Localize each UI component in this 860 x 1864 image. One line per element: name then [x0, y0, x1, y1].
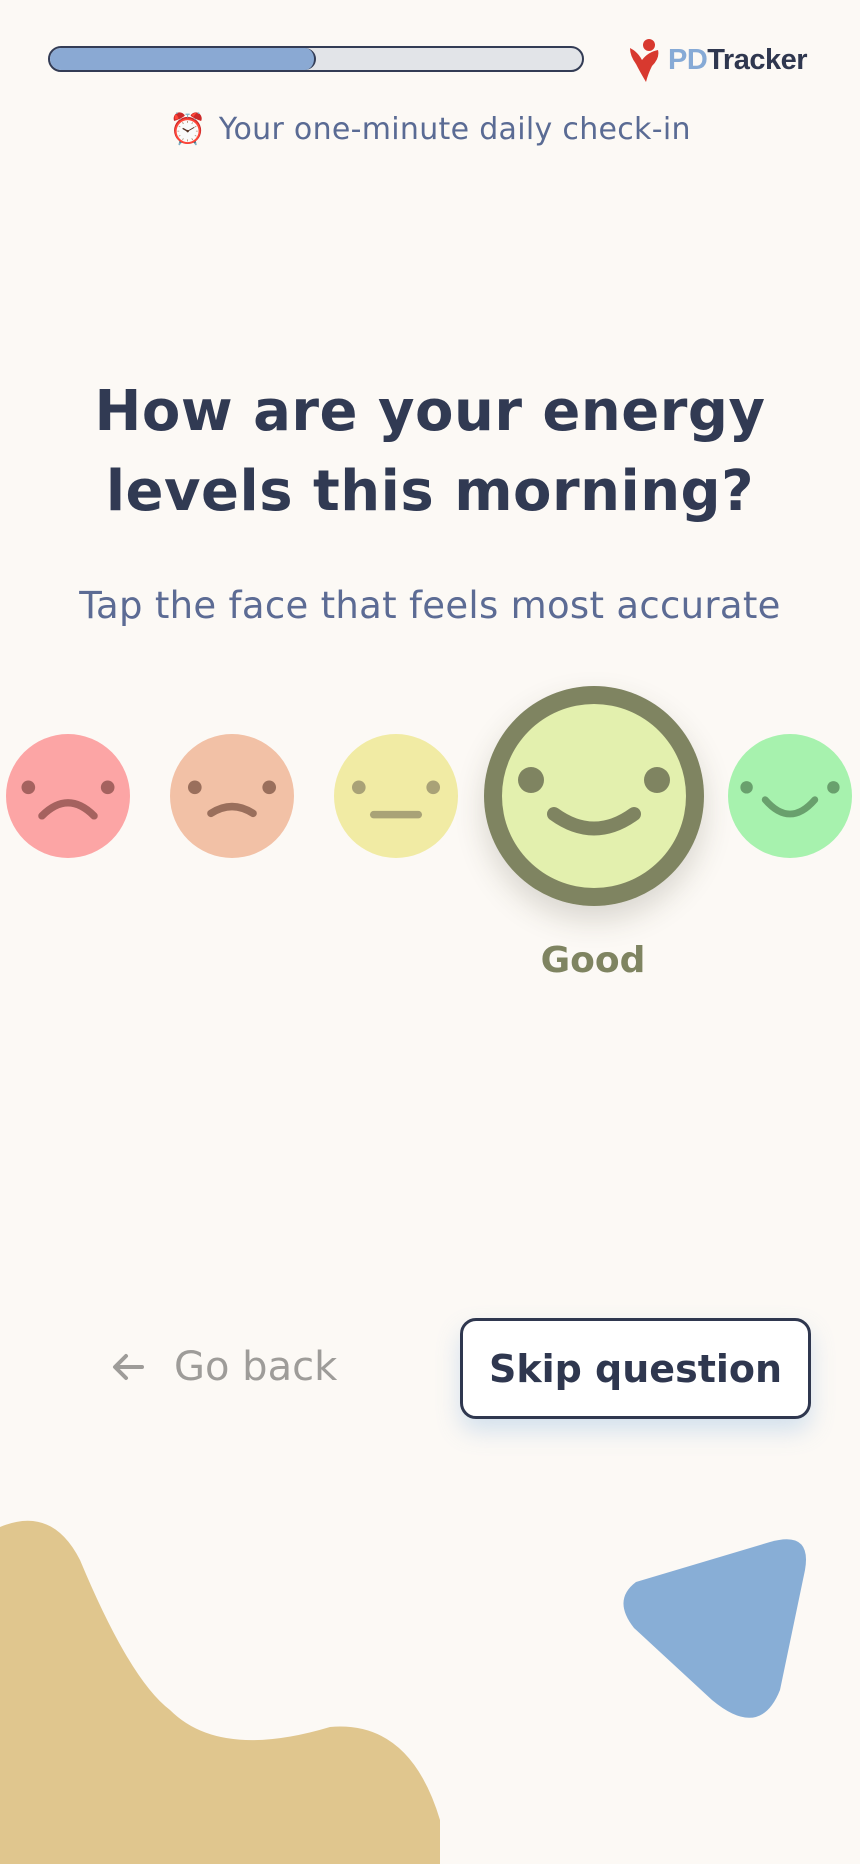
- happy-face-icon: [728, 734, 852, 858]
- smiling-face-icon: [484, 686, 704, 906]
- question-hint: Tap the face that feels most accurate: [79, 584, 781, 627]
- logo-pd-text: PD: [668, 43, 708, 76]
- checkin-subtitle-text: Your one-minute daily check-in: [218, 112, 691, 147]
- pdtracker-logo: PDTracker: [628, 38, 807, 82]
- person-logo-icon: [630, 39, 659, 82]
- very-sad-face-icon: [6, 734, 130, 858]
- skip-question-button[interactable]: Skip question: [460, 1318, 811, 1419]
- arrow-left-icon: [113, 1354, 144, 1380]
- sad-face-icon: [170, 734, 294, 858]
- selected-mood-label: Good: [540, 940, 646, 981]
- alarm-clock-icon: ⏰: [169, 112, 207, 147]
- go-back-label: Go back: [174, 1344, 338, 1390]
- mood-face-low[interactable]: [170, 734, 294, 858]
- mood-face-good[interactable]: [484, 686, 704, 906]
- checkin-subtitle: ⏰ Your one-minute daily check-in: [0, 112, 860, 147]
- decorative-shapes: [0, 1520, 806, 1864]
- question-title: How are your energy levels this morning?: [94, 379, 766, 524]
- logo-tracker-text: Tracker: [707, 43, 807, 76]
- go-back-button[interactable]: Go back: [110, 1340, 337, 1394]
- decorative-blue-triangle: [623, 1539, 806, 1718]
- skip-question-label: Skip question: [488, 1346, 783, 1391]
- neutral-face-icon: [334, 734, 458, 858]
- mood-face-great[interactable]: [728, 734, 852, 858]
- mood-face-very-low[interactable]: [6, 734, 130, 858]
- progress-bar-fill: [50, 48, 316, 70]
- mood-face-neutral[interactable]: [334, 734, 458, 858]
- progress-bar: [48, 46, 584, 72]
- decorative-tan-blob: [0, 1520, 440, 1864]
